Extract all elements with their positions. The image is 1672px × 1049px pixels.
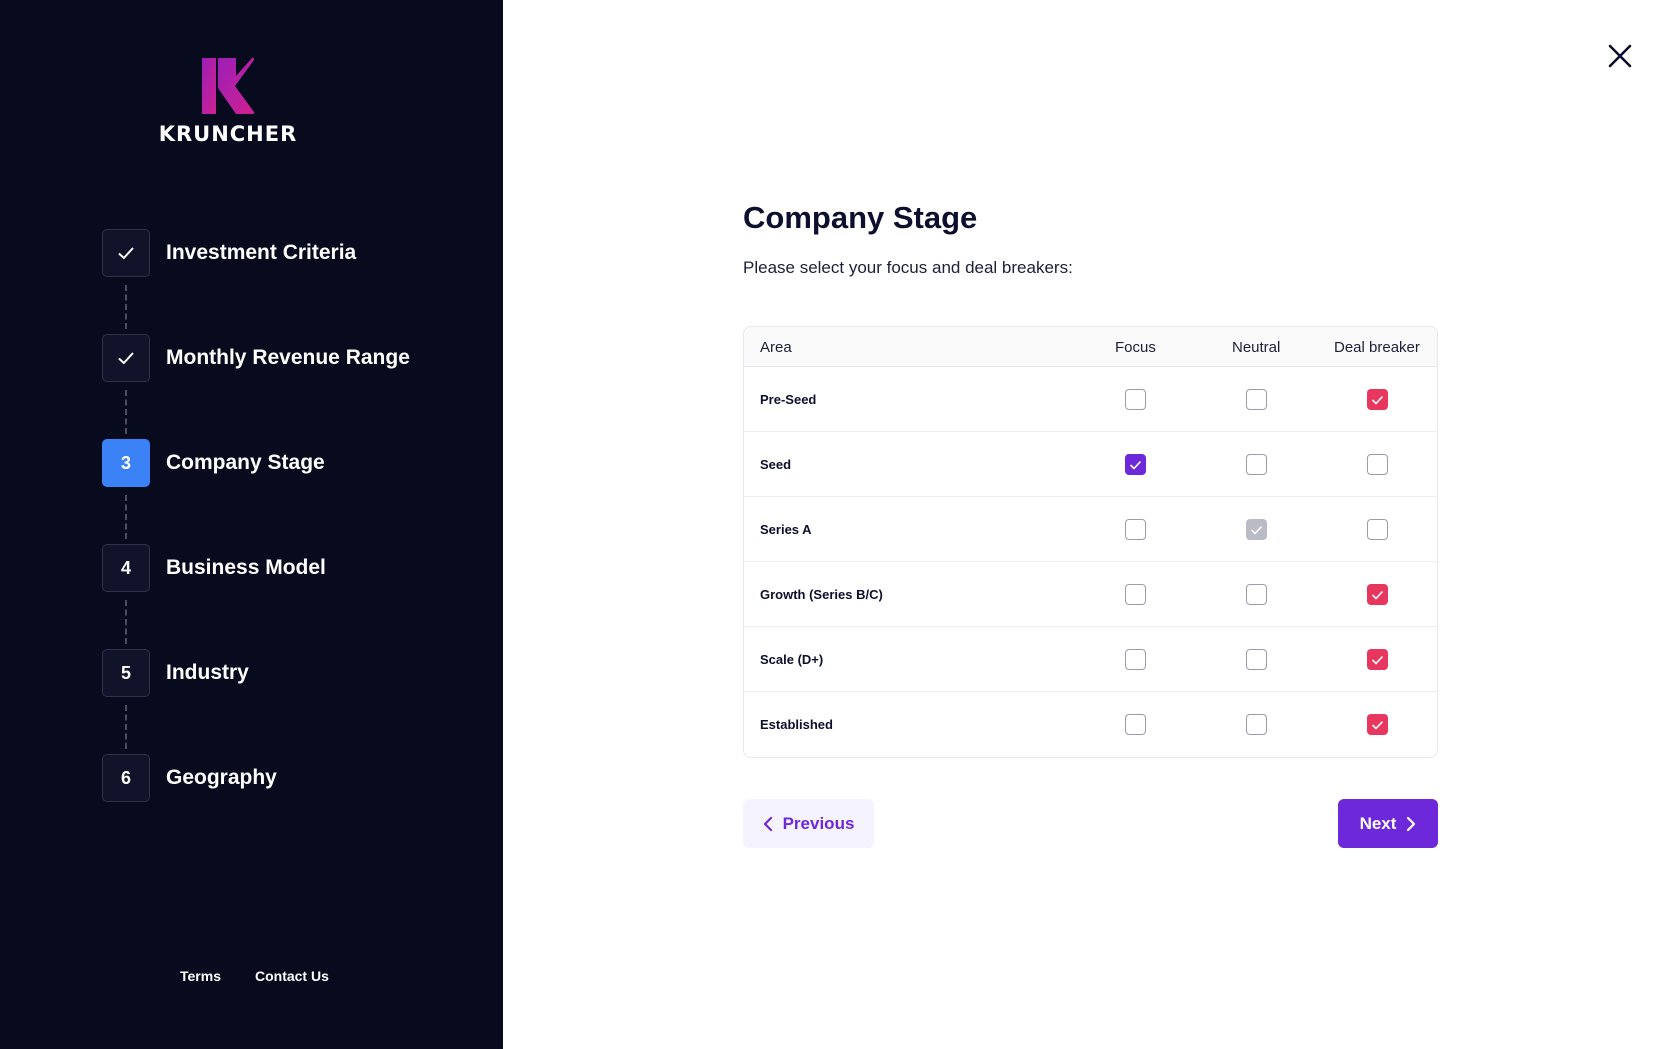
step-number: 4 (102, 544, 150, 592)
chevron-left-icon (763, 816, 772, 831)
focus-checkbox[interactable] (1125, 519, 1146, 540)
step-industry[interactable]: 5 Industry (102, 649, 249, 697)
table-row: Pre-Seed (744, 367, 1437, 432)
next-button[interactable]: Next (1338, 799, 1438, 848)
chevron-right-icon (1407, 816, 1416, 831)
column-header-area: Area (760, 339, 792, 356)
step-connector (125, 705, 127, 749)
neutral-checkbox[interactable] (1246, 584, 1267, 605)
check-icon (1371, 590, 1384, 600)
step-company-stage[interactable]: 3 Company Stage (102, 439, 325, 487)
row-area-label: Growth (Series B/C) (760, 587, 883, 602)
contact-us-link[interactable]: Contact Us (255, 968, 329, 984)
step-monthly-revenue-range[interactable]: Monthly Revenue Range (102, 334, 410, 382)
check-icon (1129, 460, 1142, 470)
row-area-label: Pre-Seed (760, 392, 817, 407)
step-connector (125, 495, 127, 539)
terms-link[interactable]: Terms (180, 968, 221, 984)
step-connector (125, 390, 127, 434)
neutral-checkbox[interactable] (1246, 649, 1267, 670)
brand-name: KRUNCHER (158, 122, 298, 146)
previous-button[interactable]: Previous (743, 799, 874, 848)
row-area-label: Scale (D+) (760, 652, 824, 667)
step-number: 5 (102, 649, 150, 697)
focus-checkbox[interactable] (1125, 454, 1146, 475)
check-icon (1250, 525, 1263, 535)
page-title: Company Stage (743, 200, 978, 235)
table-row: Scale (D+) (744, 627, 1437, 692)
step-check-box (102, 334, 150, 382)
page-subtitle: Please select your focus and deal breake… (743, 258, 1073, 277)
main-content: Company Stage Please select your focus a… (743, 200, 1438, 848)
check-icon (118, 247, 134, 260)
check-icon (1371, 655, 1384, 665)
step-number: 6 (102, 754, 150, 802)
check-icon (118, 352, 134, 365)
deal-breaker-checkbox[interactable] (1367, 519, 1388, 540)
previous-button-label: Previous (782, 813, 855, 833)
close-button[interactable] (1606, 42, 1634, 70)
footer-links: Terms Contact Us (180, 968, 329, 984)
sidebar: KRUNCHER Investment Criteria Monthly Rev… (0, 0, 503, 1049)
deal-breaker-checkbox[interactable] (1367, 389, 1388, 410)
table-row: Series A (744, 497, 1437, 562)
neutral-checkbox[interactable] (1246, 714, 1267, 735)
step-geography[interactable]: 6 Geography (102, 754, 277, 802)
column-header-focus: Focus (1115, 339, 1156, 356)
neutral-checkbox[interactable] (1246, 519, 1267, 540)
deal-breaker-checkbox[interactable] (1367, 649, 1388, 670)
step-label: Company Stage (166, 451, 325, 474)
step-connector (125, 600, 127, 644)
deal-breaker-checkbox[interactable] (1367, 584, 1388, 605)
deal-breaker-checkbox[interactable] (1367, 714, 1388, 735)
column-header-deal-breaker: Deal breaker (1334, 339, 1420, 356)
table-row: Established (744, 692, 1437, 757)
table-header: Area Focus Neutral Deal breaker (744, 327, 1437, 367)
step-label: Monthly Revenue Range (166, 346, 410, 369)
step-label: Geography (166, 766, 277, 789)
neutral-checkbox[interactable] (1246, 454, 1267, 475)
column-header-neutral: Neutral (1232, 339, 1281, 356)
focus-checkbox[interactable] (1125, 389, 1146, 410)
table-row: Growth (Series B/C) (744, 562, 1437, 627)
focus-checkbox[interactable] (1125, 584, 1146, 605)
check-icon (1371, 720, 1384, 730)
step-check-box (102, 229, 150, 277)
step-business-model[interactable]: 4 Business Model (102, 544, 326, 592)
k-logo-icon (202, 58, 254, 114)
stage-table: Area Focus Neutral Deal breaker Pre-Seed… (743, 326, 1438, 758)
row-area-label: Seed (760, 457, 792, 472)
row-area-label: Series A (760, 522, 812, 537)
step-label: Industry (166, 661, 249, 684)
check-icon (1371, 395, 1384, 405)
next-button-label: Next (1359, 813, 1397, 833)
row-area-label: Established (760, 717, 833, 732)
step-connector (125, 285, 127, 329)
step-investment-criteria[interactable]: Investment Criteria (102, 229, 356, 277)
brand-logo: KRUNCHER (0, 58, 456, 146)
neutral-checkbox[interactable] (1246, 389, 1267, 410)
table-row: Seed (744, 432, 1437, 497)
step-label: Investment Criteria (166, 241, 357, 264)
step-number: 3 (102, 439, 150, 487)
step-label: Business Model (166, 556, 326, 579)
focus-checkbox[interactable] (1125, 649, 1146, 670)
close-icon (1608, 44, 1632, 68)
focus-checkbox[interactable] (1125, 714, 1146, 735)
deal-breaker-checkbox[interactable] (1367, 454, 1388, 475)
